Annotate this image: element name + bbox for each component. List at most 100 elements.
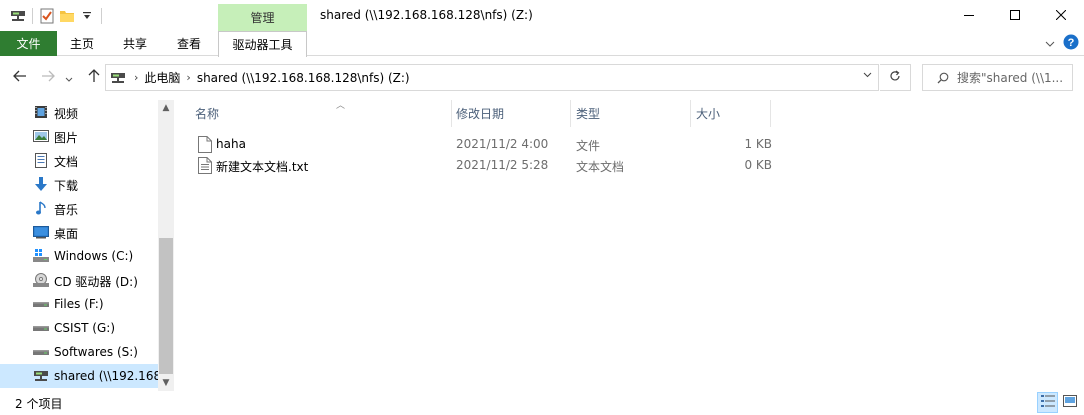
sidebar-item-desktop[interactable]: 桌面 <box>0 220 158 244</box>
scroll-down-icon[interactable]: ▼ <box>158 375 174 391</box>
chevron-down-icon <box>1045 36 1055 50</box>
column-divider[interactable] <box>451 100 452 127</box>
refresh-icon <box>889 70 901 85</box>
pictures-icon <box>33 128 49 144</box>
network-drive-icon <box>33 368 49 384</box>
file-size: 0 KB <box>744 158 772 172</box>
minimize-button[interactable] <box>946 0 992 31</box>
maximize-icon <box>1010 9 1020 23</box>
sidebar-item-windows-c[interactable]: Windows (C:) <box>0 244 158 268</box>
breadcrumb-this-pc[interactable]: 此电脑 <box>138 69 186 86</box>
sidebar-scrollbar[interactable]: ▲ ▼ <box>158 100 174 391</box>
close-icon <box>1055 9 1067 23</box>
tab-share[interactable]: 共享 <box>112 31 158 56</box>
column-header-size[interactable]: 大小 <box>696 100 770 127</box>
cd-drive-icon <box>33 272 49 288</box>
windows-drive-icon <box>33 248 49 264</box>
arrow-left-icon <box>13 70 27 86</box>
search-placeholder: 搜索"shared (\\1... <box>957 71 1064 85</box>
new-folder-icon[interactable] <box>57 6 77 26</box>
network-drive-icon[interactable] <box>8 6 28 26</box>
sidebar-item-softwares-s[interactable]: Softwares (S:) <box>0 340 158 364</box>
documents-icon <box>33 152 49 168</box>
table-row[interactable]: 新建文本文档.txt 2021/11/2 5:28 文本文档 0 KB <box>192 155 772 176</box>
file-date: 2021/11/2 5:28 <box>456 158 549 172</box>
back-button[interactable] <box>9 67 31 89</box>
customize-qat-icon[interactable] <box>77 6 97 26</box>
navigation-bar: › 此电脑 › shared (\\192.168.168.128\nfs) (… <box>0 57 1084 99</box>
large-icons-view-button[interactable] <box>1059 392 1080 413</box>
tab-drive-tools[interactable]: 驱动器工具 <box>218 31 307 57</box>
file-size: 1 KB <box>744 137 772 151</box>
drive-icon <box>33 320 49 336</box>
arrow-up-icon <box>88 69 100 87</box>
expand-ribbon-button[interactable] <box>1042 35 1058 51</box>
address-bar[interactable]: › 此电脑 › shared (\\192.168.168.128\nfs) (… <box>105 64 879 91</box>
sidebar-item-files-f[interactable]: Files (F:) <box>0 292 158 316</box>
search-icon <box>937 72 949 84</box>
large-icons-view-icon <box>1062 395 1077 410</box>
sidebar-item-csist-g[interactable]: CSIST (G:) <box>0 316 158 340</box>
sidebar-item-documents[interactable]: 文档 <box>0 148 158 172</box>
qat-divider <box>101 8 102 24</box>
network-drive-icon <box>110 71 126 85</box>
file-icon <box>198 136 212 153</box>
tab-view[interactable]: 查看 <box>166 31 212 56</box>
close-button[interactable] <box>1038 0 1084 31</box>
sidebar-item-shared-z[interactable]: shared (\\192.168 <box>0 364 161 388</box>
context-tab-group-manage: 管理 <box>218 4 307 31</box>
scrollbar-thumb[interactable] <box>159 238 173 374</box>
recent-locations-button[interactable] <box>62 67 76 89</box>
tab-home[interactable]: 主页 <box>60 31 104 56</box>
navigation-pane: 视频 图片 文档 下载 音乐 桌面 Windows (C:) CD 驱动器 (D… <box>0 100 174 391</box>
file-name: haha <box>216 137 246 151</box>
maximize-button[interactable] <box>992 0 1038 31</box>
column-header-name[interactable]: 名称 ︿ <box>195 100 451 127</box>
item-count: 2 个项目 <box>15 397 63 411</box>
drive-icon <box>33 344 49 360</box>
sidebar-item-pictures[interactable]: 图片 <box>0 124 158 148</box>
file-date: 2021/11/2 4:00 <box>456 137 549 151</box>
details-view-icon <box>1040 395 1055 410</box>
column-divider[interactable] <box>690 100 691 127</box>
quick-access-toolbar <box>8 6 106 26</box>
scroll-up-icon[interactable]: ▲ <box>158 100 174 116</box>
drive-icon <box>33 296 49 312</box>
file-name: 新建文本文档.txt <box>216 160 309 174</box>
column-header-type[interactable]: 类型 <box>576 100 690 127</box>
ribbon-tabs: 文件 主页 共享 查看 驱动器工具 ? <box>0 31 1084 57</box>
address-dropdown-icon[interactable] <box>863 72 872 78</box>
search-box[interactable]: 搜索"shared (\\1... <box>922 64 1073 91</box>
file-type: 文本文档 <box>576 160 625 174</box>
sidebar-item-downloads[interactable]: 下载 <box>0 172 158 196</box>
help-button[interactable]: ? <box>1062 34 1079 53</box>
music-icon <box>33 200 49 216</box>
video-icon <box>33 104 49 120</box>
window-title: shared (\\192.168.168.128\nfs) (Z:) <box>320 8 533 22</box>
table-row[interactable]: haha 2021/11/2 4:00 文件 1 KB <box>192 134 772 155</box>
status-bar: 2 个项目 <box>0 391 1084 415</box>
arrow-right-icon <box>41 70 55 86</box>
column-divider[interactable] <box>770 100 771 127</box>
help-icon: ? <box>1063 34 1079 53</box>
sidebar-item-videos[interactable]: 视频 <box>0 100 158 124</box>
column-header-date[interactable]: 修改日期 <box>456 100 570 127</box>
column-divider[interactable] <box>570 100 571 127</box>
minimize-icon <box>964 9 974 23</box>
forward-button[interactable] <box>37 67 59 89</box>
text-file-icon <box>198 157 212 174</box>
sort-ascending-icon: ︿ <box>336 101 346 111</box>
refresh-button[interactable] <box>880 64 911 91</box>
svg-text:?: ? <box>1067 37 1074 49</box>
sidebar-item-music[interactable]: 音乐 <box>0 196 158 220</box>
properties-icon[interactable] <box>37 6 57 26</box>
qat-divider <box>32 8 33 24</box>
file-list: 名称 ︿ 修改日期 类型 大小 haha 2021/11/2 4:00 文件 1… <box>174 100 1084 391</box>
details-view-button[interactable] <box>1037 392 1058 413</box>
up-button[interactable] <box>83 67 105 89</box>
title-bar: 管理 shared (\\192.168.168.128\nfs) (Z:) <box>0 0 1084 31</box>
desktop-icon <box>33 224 49 240</box>
breadcrumb-current[interactable]: shared (\\192.168.168.128\nfs) (Z:) <box>191 71 416 85</box>
sidebar-item-cd-drive-d[interactable]: CD 驱动器 (D:) <box>0 268 158 292</box>
tab-file[interactable]: 文件 <box>0 31 57 56</box>
